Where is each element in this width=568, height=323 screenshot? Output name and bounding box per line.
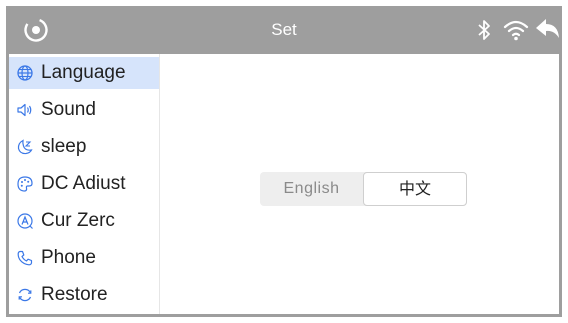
wifi-icon[interactable] [502, 16, 530, 44]
sidebar-item-restore[interactable]: Restore [9, 279, 159, 311]
sidebar-item-language[interactable]: Language [9, 57, 159, 89]
sidebar-item-label: Cur Zerc [41, 210, 115, 231]
back-icon[interactable] [534, 16, 562, 44]
bluetooth-icon[interactable] [473, 18, 495, 42]
chinese-option[interactable]: 中文 [363, 172, 467, 206]
sidebar-item-sleep[interactable]: sleep [9, 131, 159, 163]
sidebar-item-label: DC Adiust [41, 173, 126, 194]
language-panel: English 中文 [160, 54, 559, 314]
letter-a-icon [16, 212, 34, 230]
sidebar-item-cur-zero[interactable]: Cur Zerc [9, 205, 159, 237]
language-selector: English 中文 [260, 172, 467, 206]
sidebar-item-label: Language [41, 62, 126, 83]
palette-icon [16, 175, 34, 193]
phone-icon [16, 249, 34, 267]
content-area: Language Sound sleep DC Adiust Cur Zerc … [9, 54, 559, 314]
english-option[interactable]: English [260, 172, 363, 206]
sidebar-item-dc-adjust[interactable]: DC Adiust [9, 168, 159, 200]
app-window: Set Language Sound sleep DC Adiust Cur Z… [6, 6, 562, 317]
sidebar-item-label: Sound [41, 99, 96, 120]
restore-icon [16, 286, 34, 304]
globe-icon [16, 64, 34, 82]
title-bar: Set [6, 6, 562, 54]
settings-sidebar: Language Sound sleep DC Adiust Cur Zerc … [9, 54, 160, 314]
sidebar-item-sound[interactable]: Sound [9, 94, 159, 126]
sidebar-item-label: sleep [41, 136, 87, 157]
speaker-icon [16, 101, 34, 119]
sidebar-item-phone[interactable]: Phone [9, 242, 159, 274]
sidebar-item-label: Phone [41, 247, 96, 268]
sidebar-item-label: Restore [41, 284, 108, 305]
sleep-icon [16, 138, 34, 156]
